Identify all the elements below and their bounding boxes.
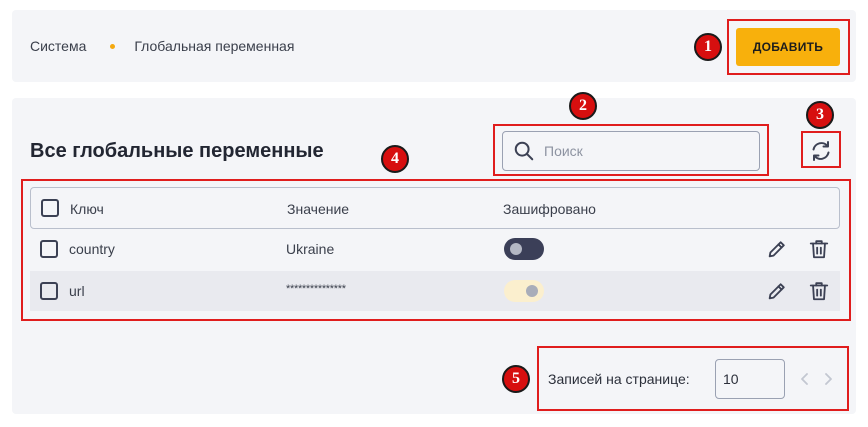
- annotation-badge-2: 2: [569, 92, 597, 120]
- annotation-box-3: [801, 131, 841, 168]
- annotation-badge-1: 1: [694, 33, 722, 61]
- page-title: Все глобальные переменные: [30, 140, 324, 162]
- breadcrumb: Система Глобальная переменная: [30, 38, 294, 54]
- annotation-badge-4: 4: [381, 145, 409, 173]
- annotation-box-2: [493, 124, 769, 176]
- annotation-box-5: [537, 346, 849, 411]
- annotation-box-4: [21, 179, 851, 321]
- breadcrumb-separator: [110, 43, 116, 49]
- annotation-badge-3: 3: [806, 101, 834, 129]
- annotation-box-1: [727, 19, 850, 75]
- breadcrumb-root[interactable]: Система: [30, 38, 86, 54]
- annotation-badge-5: 5: [502, 365, 530, 393]
- breadcrumb-current: Глобальная переменная: [134, 38, 295, 54]
